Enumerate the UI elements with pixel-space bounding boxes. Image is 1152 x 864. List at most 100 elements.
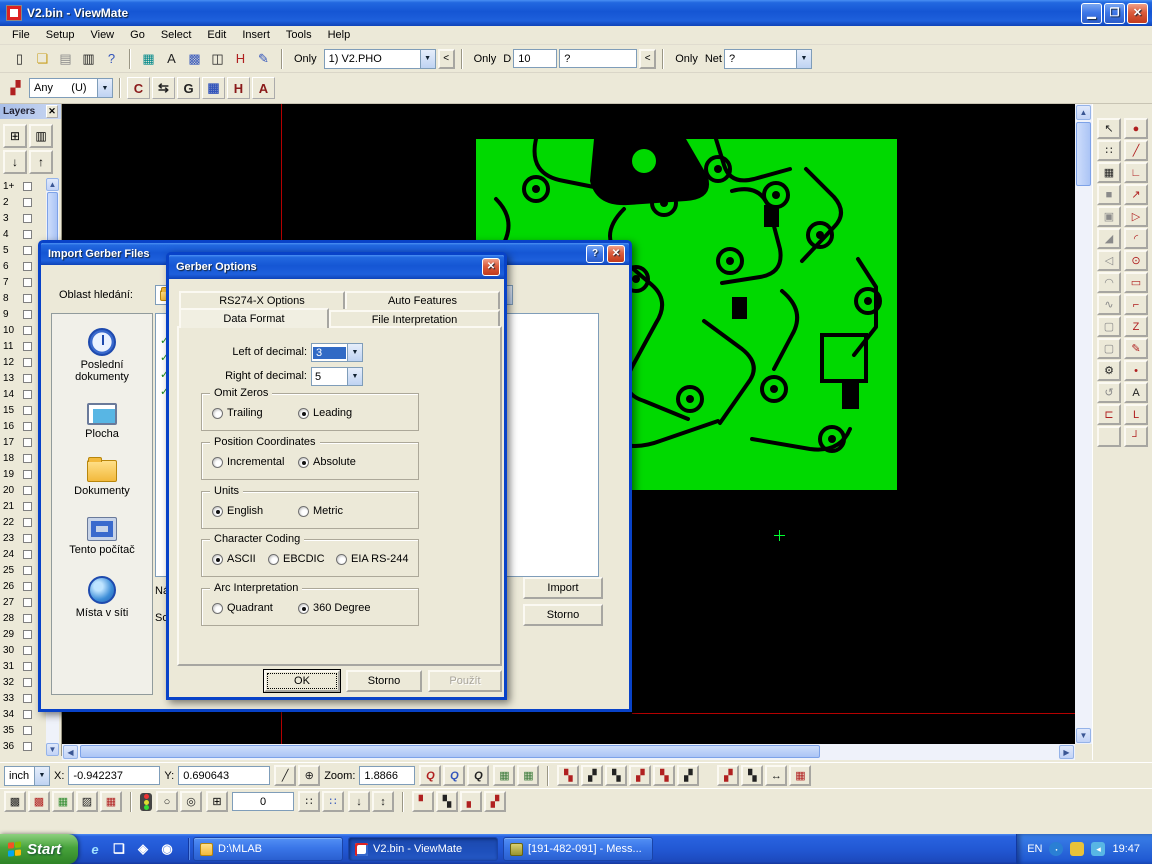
radio-icon[interactable] [298,506,309,517]
layer-view-icon[interactable]: ▥ [29,124,53,148]
layer-row[interactable]: 3 [0,210,45,226]
triangle-tool-icon[interactable]: ▷ [1124,206,1148,227]
radio-icon[interactable] [336,554,347,565]
units-combo[interactable]: inch ▼ [4,766,50,786]
layer-row[interactable]: 36 [0,738,45,754]
ok-button[interactable]: OK [264,670,340,692]
j-shape-icon[interactable]: ┘ [1124,426,1148,447]
filled-square-icon[interactable]: ■ [1097,184,1121,205]
dashed-box-icon[interactable]: ▢ [1097,338,1121,359]
radio-icon[interactable] [298,457,309,468]
wave-tool-icon[interactable]: ∿ [1097,294,1121,315]
only-net-toggle[interactable]: Only [670,53,703,65]
layer-color-swatch[interactable] [23,214,32,223]
rect-outline-icon[interactable]: ▭ [1124,272,1148,293]
layer-color-swatch[interactable] [23,534,32,543]
radio-icon[interactable] [298,408,309,419]
place-network[interactable]: Místa v síti [55,576,149,619]
scroll-down-icon[interactable]: ▼ [46,743,59,756]
red-grid-icon[interactable]: ▩ [28,791,50,812]
menu-item[interactable]: Go [122,27,153,43]
radio-eia-rs244[interactable]: EIA RS-244 [336,553,408,565]
grid-view-icon[interactable]: ▩ [183,48,206,70]
pad-pattern-icon[interactable]: ▚ [653,765,675,786]
import-button[interactable]: Import [523,577,603,599]
layers-panel-caption[interactable]: Layers ✕ [0,104,61,119]
language-indicator[interactable]: EN [1027,843,1042,855]
radio-icon[interactable] [212,408,223,419]
pan-pattern-icon[interactable]: ▞ [717,765,739,786]
dcode-input[interactable]: 10 [513,49,557,68]
settings-gear-icon[interactable]: ⚙ [1097,360,1121,381]
layer-color-swatch[interactable] [23,406,32,415]
horizontal-scrollbar[interactable]: ◀ ▶ [62,744,1075,760]
context-help-icon[interactable]: ? [100,48,123,70]
place-desktop[interactable]: Plocha [55,403,149,440]
browser-shortcut-icon[interactable]: ◉ [158,840,176,858]
zoom-point-icon[interactable]: Q [443,765,465,786]
dot-tool-icon[interactable]: • [1124,360,1148,381]
radio-icon[interactable] [212,506,223,517]
taskbar-task-button[interactable]: [191-482-091] - Mess... [503,837,653,861]
show-desktop-icon[interactable]: ◈ [134,840,152,858]
arc-segment-icon[interactable]: ◠ [1097,272,1121,293]
dot-pattern-icon[interactable]: ▘ [412,791,434,812]
h-tool-icon[interactable]: H [227,77,250,99]
cancel-button[interactable]: Storno [523,604,603,626]
scroll-down-icon[interactable]: ▼ [1076,728,1091,743]
wedge-tool-icon[interactable]: ◢ [1097,228,1121,249]
thermal-aperture-icon[interactable]: ◎ [180,791,202,812]
updown-icon[interactable]: ↕ [372,791,394,812]
scroll-right-icon[interactable]: ▶ [1059,745,1074,759]
layer-color-swatch[interactable] [23,422,32,431]
menu-item[interactable]: Edit [199,27,234,43]
ie-icon[interactable]: e [86,840,104,858]
text-tool-icon[interactable]: A [1124,382,1148,403]
menu-item[interactable]: Tools [278,27,320,43]
layer-color-swatch[interactable] [23,694,32,703]
scroll-left-icon[interactable]: ◀ [63,745,78,759]
layer-color-swatch[interactable] [23,630,32,639]
layer-color-swatch[interactable] [23,518,32,527]
pencil-tool-icon[interactable]: ✎ [1124,338,1148,359]
layer-color-swatch[interactable] [23,662,32,671]
zoom-field[interactable]: 1.8866 [359,766,415,785]
blank-tool-icon[interactable] [1097,426,1121,447]
radio-english[interactable]: English [212,505,263,517]
dot-pattern-icon[interactable]: ▚ [436,791,458,812]
radio-icon[interactable] [212,554,223,565]
split-view-icon[interactable]: ◫ [206,48,229,70]
snap-grid-icon[interactable]: ⊞ [206,791,228,812]
c-tool-icon[interactable]: C [127,77,150,99]
overlay-grid-icon[interactable]: ▩ [4,791,26,812]
help-icon[interactable]: ? [586,245,604,263]
selection-pattern-icon[interactable]: ▞ [4,77,27,99]
sketch-view-icon[interactable]: ✎ [252,48,275,70]
menu-item[interactable]: View [82,27,122,43]
folder-shortcut-icon[interactable]: ❏ [110,840,128,858]
measure-line-icon[interactable]: ╱ [274,765,296,786]
radio-trailing[interactable]: Trailing [212,407,263,419]
minimize-button[interactable]: ▁ [1081,3,1102,24]
radio-ebcdic[interactable]: EBCDIC [268,553,325,565]
layer-color-swatch[interactable] [23,486,32,495]
layer-row[interactable]: 1+ [0,178,45,194]
y-coordinate-field[interactable]: 0.690643 [178,766,270,785]
radio-360-degree[interactable]: 360 Degree [298,602,371,614]
new-file-icon[interactable]: ▯ [8,48,31,70]
scroll-thumb[interactable] [1076,122,1091,186]
dialog-titlebar[interactable]: Gerber Options ✕ [169,255,504,279]
radio-quadrant[interactable]: Quadrant [212,602,273,614]
network-status-icon[interactable]: ꞏ [1049,842,1063,856]
layer-color-swatch[interactable] [23,198,32,207]
dashed-rect-icon[interactable]: ▢ [1097,316,1121,337]
select-cursor-icon[interactable]: ↖ [1097,118,1121,139]
taskbar-task-button[interactable]: V2.bin - ViewMate [348,837,498,861]
radio-icon[interactable] [212,603,223,614]
selection-mode-combo[interactable]: Any (U) ▼ [29,78,113,98]
menu-item[interactable]: File [4,27,38,43]
move-layer-up-icon[interactable]: ↑ [29,150,53,174]
radio-leading[interactable]: Leading [298,407,352,419]
swap-tool-icon[interactable]: ⇆ [152,77,175,99]
green-grid-icon[interactable]: ▦ [52,791,74,812]
